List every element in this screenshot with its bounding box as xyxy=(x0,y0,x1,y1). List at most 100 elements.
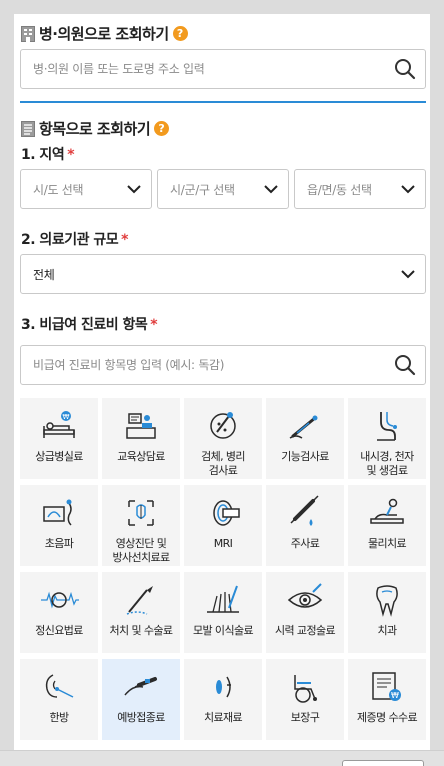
lens-material-icon xyxy=(203,667,243,707)
item-tile[interactable]: MRI xyxy=(184,485,262,566)
search-icon xyxy=(395,355,416,376)
item-tile-label: 물리치료 xyxy=(367,537,407,550)
radiology-icon xyxy=(121,493,161,533)
chevron-down-icon xyxy=(127,184,141,193)
hair-transplant-icon xyxy=(203,580,243,620)
eupmyeondong-select-value: 읍/면/동 선택 xyxy=(307,182,372,197)
item-tile[interactable]: 정신요법료 xyxy=(20,572,98,653)
syringe-icon xyxy=(285,493,325,533)
chevron-down-icon xyxy=(264,184,278,193)
tooth-icon xyxy=(367,580,407,620)
item-tile[interactable]: 내시경, 천자 및 생검료 xyxy=(348,398,426,479)
item-tile-label: 치과 xyxy=(377,624,397,637)
item-tile-label: 검체, 병리 검사료 xyxy=(201,450,245,477)
item-tile-label: 상급병실료 xyxy=(35,450,83,463)
sigungu-select[interactable]: 시/군/구 선택 xyxy=(157,169,289,209)
scale-label-text: 2. 의료기관 규모 xyxy=(21,232,119,248)
item-tile-label: 주사료 xyxy=(290,537,320,550)
item-tile[interactable]: ₩ 상급병실료 xyxy=(20,398,98,479)
physiotherapy-icon xyxy=(367,493,407,533)
scale-label: 2. 의료기관 규모 * xyxy=(21,229,128,249)
item-tile-label: 보장구 xyxy=(290,711,320,724)
item-tile-label: 시력 교정술료 xyxy=(274,624,336,637)
item-tile-label: 기능검사료 xyxy=(281,450,329,463)
item-tile[interactable]: 기능검사료 xyxy=(266,398,344,479)
item-tile[interactable]: 보장구 xyxy=(266,659,344,740)
help-icon[interactable]: ? xyxy=(172,26,188,41)
document-icon xyxy=(21,120,35,137)
eye-laser-icon xyxy=(285,580,325,620)
hospital-bed-icon: ₩ xyxy=(39,406,79,446)
search-icon xyxy=(395,59,416,80)
hospital-search-box xyxy=(20,49,426,89)
acupuncture-icon xyxy=(39,667,79,707)
hospital-search-title: 병·의원으로 조회하기 xyxy=(39,25,169,43)
hospital-search-button[interactable] xyxy=(387,51,423,87)
item-tile[interactable]: 치료재료 xyxy=(184,659,262,740)
microscope-icon xyxy=(203,406,243,446)
building-icon xyxy=(21,25,35,42)
sido-select-value: 시/도 선택 xyxy=(33,182,84,197)
hospital-search-header: 병·의원으로 조회하기 ? xyxy=(21,23,188,44)
search-panel: 병·의원으로 조회하기 ? 항목으로 조회하기 ? 1. 지역* 시/도 선택 … xyxy=(14,14,430,750)
item-tile-label: 모발 이식술료 xyxy=(192,624,254,637)
item-tile[interactable]: 예방접종료 xyxy=(102,659,180,740)
svg-text:₩: ₩ xyxy=(63,413,70,421)
item-tile-label: 영상진단 및 방사선치료료 xyxy=(112,537,170,564)
item-tile-label: 치료재료 xyxy=(203,711,243,724)
item-search-header: 항목으로 조회하기 ? xyxy=(21,118,170,139)
wheelchair-icon xyxy=(285,667,325,707)
item-search-title: 항목으로 조회하기 xyxy=(39,120,151,138)
required-mark: * xyxy=(150,317,158,333)
eupmyeondong-select[interactable]: 읍/면/동 선택 xyxy=(294,169,426,209)
ultrasound-icon xyxy=(39,493,79,533)
sigungu-select-value: 시/군/구 선택 xyxy=(170,182,235,197)
item-tile-label: 초음파 xyxy=(44,537,74,550)
items-label-text: 3. 비급여 진료비 항목 xyxy=(21,317,148,333)
scale-select-value: 전체 xyxy=(33,267,55,282)
items-label: 3. 비급여 진료비 항목 * xyxy=(21,314,158,334)
item-tile[interactable]: 교육상담료 xyxy=(102,398,180,479)
chevron-down-icon xyxy=(401,269,415,278)
region-label-text: 1. 지역 xyxy=(21,147,65,163)
region-label: 1. 지역 * xyxy=(21,144,75,164)
scalpel-icon xyxy=(121,580,161,620)
brain-wave-icon xyxy=(39,580,79,620)
item-tile[interactable]: 영상진단 및 방사선치료료 xyxy=(102,485,180,566)
item-tile[interactable]: 모발 이식술료 xyxy=(184,572,262,653)
item-tile[interactable]: 물리치료 xyxy=(348,485,426,566)
help-icon[interactable]: ? xyxy=(154,121,170,136)
item-tile[interactable]: 처치 및 수술료 xyxy=(102,572,180,653)
hospital-search-input[interactable] xyxy=(21,50,387,88)
item-tile[interactable]: ₩ 제증명 수수료 xyxy=(348,659,426,740)
thermometer-icon xyxy=(285,406,325,446)
endoscope-icon xyxy=(367,406,407,446)
item-tile[interactable]: 주사료 xyxy=(266,485,344,566)
required-mark: * xyxy=(67,147,75,163)
item-tile-label: 예방접종료 xyxy=(117,711,165,724)
item-tile[interactable]: 시력 교정술료 xyxy=(266,572,344,653)
item-search-input[interactable] xyxy=(21,346,387,384)
certificate-icon: ₩ xyxy=(367,667,407,707)
chevron-down-icon xyxy=(401,184,415,193)
svg-text:₩: ₩ xyxy=(391,691,399,700)
item-tile-label: 제증명 수수료 xyxy=(356,711,418,724)
item-tile-label: 정신요법료 xyxy=(35,624,83,637)
section-divider xyxy=(20,101,426,103)
item-tile[interactable]: 초음파 xyxy=(20,485,98,566)
item-search-box xyxy=(20,345,426,385)
item-tile[interactable]: 검체, 병리 검사료 xyxy=(184,398,262,479)
item-tile-label: MRI xyxy=(213,537,233,550)
item-tile-label: 처치 및 수술료 xyxy=(109,624,174,637)
item-tile[interactable]: 치과 xyxy=(348,572,426,653)
counseling-icon xyxy=(121,406,161,446)
item-search-button[interactable] xyxy=(387,347,423,383)
required-mark: * xyxy=(121,232,128,248)
item-tile[interactable]: 한방 xyxy=(20,659,98,740)
bottom-action-button[interactable] xyxy=(342,760,424,766)
item-tile-label: 한방 xyxy=(49,711,69,724)
sido-select[interactable]: 시/도 선택 xyxy=(20,169,152,209)
item-tile-grid: ₩ 상급병실료 교육상담료 검체, 병리 검사료 기능검사료 내시경, 천자 및 생검료초… xyxy=(20,398,426,740)
item-tile-label: 교육상담료 xyxy=(117,450,165,463)
scale-select[interactable]: 전체 xyxy=(20,254,426,294)
